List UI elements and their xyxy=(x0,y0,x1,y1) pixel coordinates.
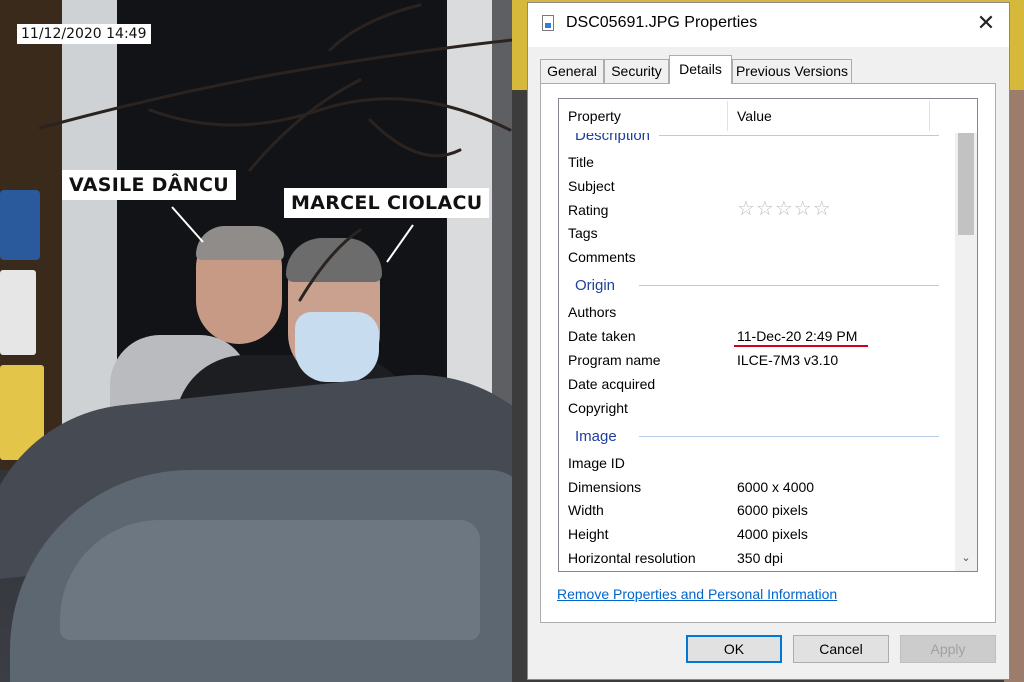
photo-timestamp: 11/12/2020 14:49 xyxy=(17,24,151,44)
name-label-vasile: VASILE DÂNCU xyxy=(62,170,236,200)
property-name: Subject xyxy=(568,178,615,194)
cancel-button[interactable]: Cancel xyxy=(793,635,889,663)
property-name: Authors xyxy=(568,304,617,320)
title-bar[interactable]: DSC05691.JPG Properties ✕ xyxy=(528,3,1009,47)
property-name: Program name xyxy=(568,352,661,368)
apply-button[interactable]: Apply xyxy=(900,635,996,663)
property-name: Comments xyxy=(568,249,636,265)
scrollbar-thumb[interactable] xyxy=(958,127,974,235)
remove-properties-link[interactable]: Remove Properties and Personal Informati… xyxy=(557,586,837,602)
property-value: 6000 x 4000 xyxy=(737,479,815,495)
property-name: Date taken xyxy=(568,328,636,344)
column-divider[interactable] xyxy=(727,101,728,131)
property-name: Horizontal resolution xyxy=(568,550,696,566)
property-name: Date acquired xyxy=(568,376,656,392)
highlight-underline xyxy=(734,345,868,347)
group-divider xyxy=(639,285,939,286)
property-name: Image ID xyxy=(568,455,625,471)
column-header-property[interactable]: Property xyxy=(568,108,621,124)
group-header-origin: Origin xyxy=(575,277,622,294)
tab-previous-versions[interactable]: Previous Versions xyxy=(732,59,852,83)
tab-general[interactable]: General xyxy=(540,59,604,83)
image-file-icon xyxy=(542,15,554,31)
details-panel: Description Title Subject Rating ☆☆☆☆☆ T… xyxy=(540,83,996,623)
dialog-title: DSC05691.JPG Properties xyxy=(566,14,758,31)
group-divider xyxy=(659,135,939,136)
property-value: 6000 pixels xyxy=(737,502,808,518)
date-taken-value: 11-Dec-20 2:49 PM xyxy=(737,328,858,344)
column-header: Property Value xyxy=(559,99,977,133)
tab-security[interactable]: Security xyxy=(604,59,669,83)
property-name: Tags xyxy=(568,225,598,241)
news-photo: 11/12/2020 14:49 VASILE DÂNCU MARCEL CIO… xyxy=(0,0,512,682)
properties-dialog: DSC05691.JPG Properties ✕ General Securi… xyxy=(527,2,1010,680)
property-name: Rating xyxy=(568,202,609,218)
property-name: Width xyxy=(568,502,604,518)
scroll-down-arrow-icon[interactable]: ⌄ xyxy=(955,549,977,567)
property-value: 350 dpi xyxy=(737,550,783,566)
rating-stars[interactable]: ☆☆☆☆☆ xyxy=(737,199,832,219)
properties-list[interactable]: Description Title Subject Rating ☆☆☆☆☆ T… xyxy=(558,98,978,572)
property-value: 4000 pixels xyxy=(737,526,808,542)
property-name: Copyright xyxy=(568,400,628,416)
property-name: Title xyxy=(568,154,594,170)
properties-list-body: Description Title Subject Rating ☆☆☆☆☆ T… xyxy=(559,99,949,571)
group-divider xyxy=(639,436,939,437)
tab-details[interactable]: Details xyxy=(669,55,732,84)
property-name: Dimensions xyxy=(568,479,642,495)
property-name: Height xyxy=(568,526,609,542)
name-label-marcel: MARCEL CIOLACU xyxy=(284,188,490,218)
group-header-image: Image xyxy=(575,428,623,445)
close-button[interactable]: ✕ xyxy=(963,3,1009,43)
column-divider[interactable] xyxy=(929,101,930,131)
column-header-value[interactable]: Value xyxy=(737,108,772,124)
vertical-scrollbar[interactable]: ⌃ ⌄ xyxy=(955,99,977,571)
property-value: ILCE-7M3 v3.10 xyxy=(737,352,839,368)
tree-branches xyxy=(38,3,512,302)
ok-button[interactable]: OK xyxy=(686,635,782,663)
